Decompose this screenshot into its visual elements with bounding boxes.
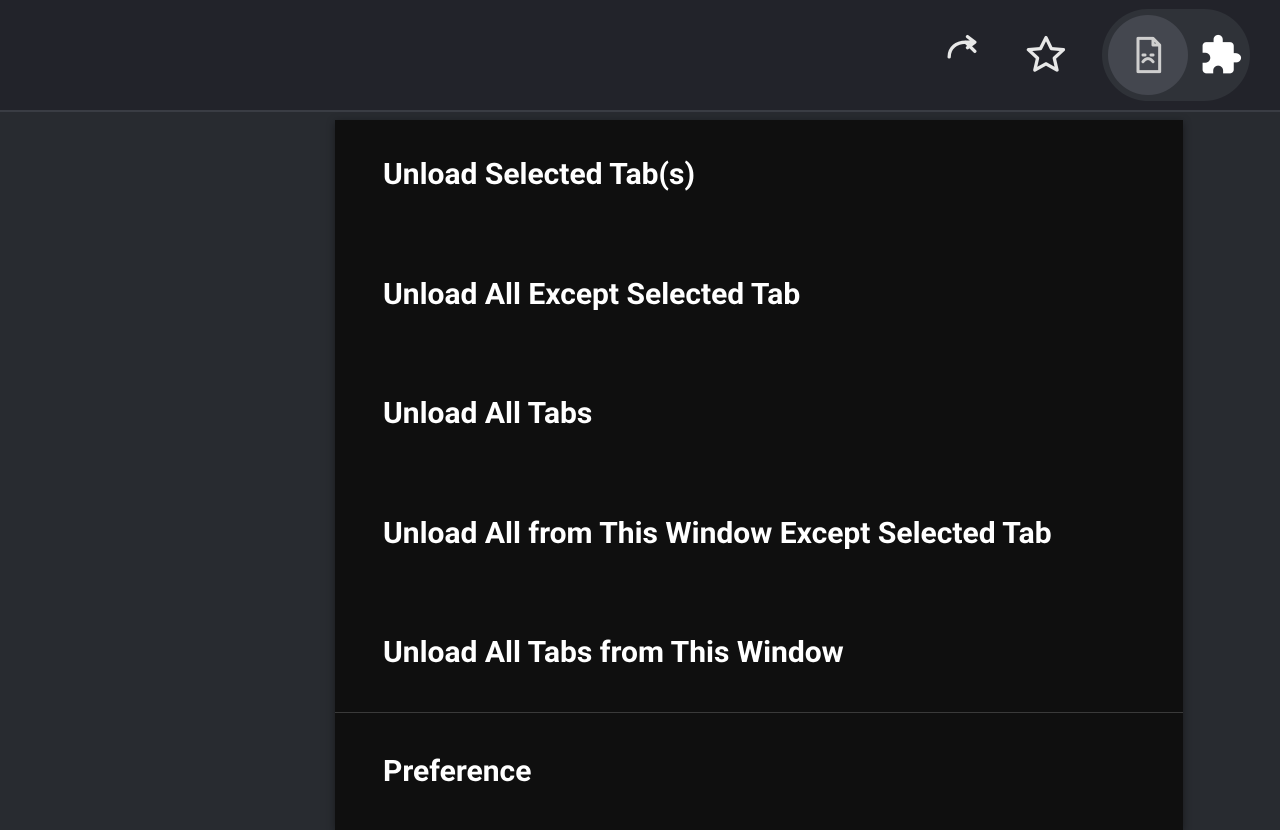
menu-unload-selected[interactable]: Unload Selected Tab(s) — [335, 134, 1183, 216]
puzzle-icon[interactable] — [1198, 33, 1242, 77]
menu-unload-all[interactable]: Unload All Tabs — [335, 373, 1183, 455]
toolbar-actions — [940, 33, 1068, 77]
document-icon — [1128, 35, 1168, 75]
star-icon[interactable] — [1024, 33, 1068, 77]
extension-popup: Unload Selected Tab(s) Unload All Except… — [335, 120, 1183, 830]
menu-unload-window-except-selected[interactable]: Unload All from This Window Except Selec… — [335, 493, 1183, 575]
menu-divider — [335, 712, 1183, 713]
browser-toolbar — [0, 0, 1280, 112]
share-icon[interactable] — [940, 33, 984, 77]
menu-unload-window-all[interactable]: Unload All Tabs from This Window — [335, 612, 1183, 694]
menu-unload-except-selected[interactable]: Unload All Except Selected Tab — [335, 254, 1183, 336]
active-extension-button[interactable] — [1108, 15, 1188, 95]
extensions-pill — [1102, 9, 1250, 101]
